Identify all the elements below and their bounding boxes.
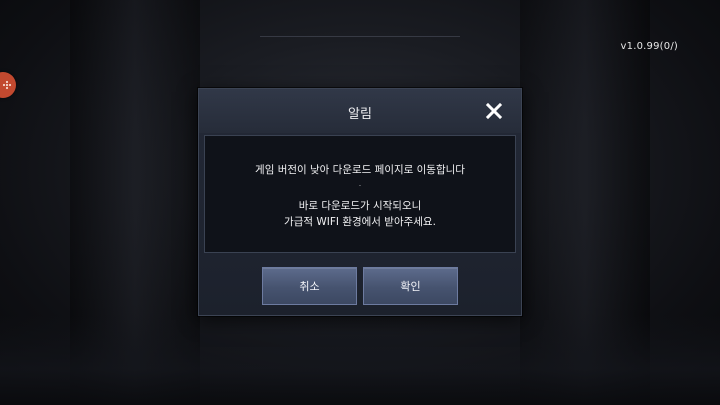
dialog-header: 알림 bbox=[199, 89, 521, 133]
message-line: 가급적 WIFI 환경에서 받아주세요. bbox=[284, 216, 436, 228]
cancel-button[interactable]: 취소 bbox=[262, 267, 357, 305]
notice-dialog: 알림 게임 버전이 낮아 다운로드 페이지로 이동합니다 . 바로 다운로드가 … bbox=[198, 88, 522, 316]
dialog-title: 알림 bbox=[348, 107, 372, 122]
close-icon bbox=[485, 102, 503, 120]
message-line: 바로 다운로드가 시작되오니 bbox=[298, 200, 422, 212]
dialog-message-box: 게임 버전이 낮아 다운로드 페이지로 이동합니다 . 바로 다운로드가 시작되… bbox=[204, 135, 516, 253]
close-button[interactable] bbox=[485, 102, 503, 120]
background-line bbox=[260, 36, 460, 37]
grip-dots-icon bbox=[2, 80, 12, 90]
message-line: 게임 버전이 낮아 다운로드 페이지로 이동합니다 bbox=[255, 164, 465, 176]
message-separator: . bbox=[358, 180, 362, 188]
side-menu-handle[interactable] bbox=[0, 72, 16, 98]
confirm-button[interactable]: 확인 bbox=[363, 267, 458, 305]
background-floor bbox=[0, 315, 720, 405]
version-label: v1.0.99(0/) bbox=[620, 41, 678, 52]
game-screen: v1.0.99(0/) 알림 게임 버전이 낮아 다운로드 페이지로 이동합니다… bbox=[0, 0, 720, 405]
